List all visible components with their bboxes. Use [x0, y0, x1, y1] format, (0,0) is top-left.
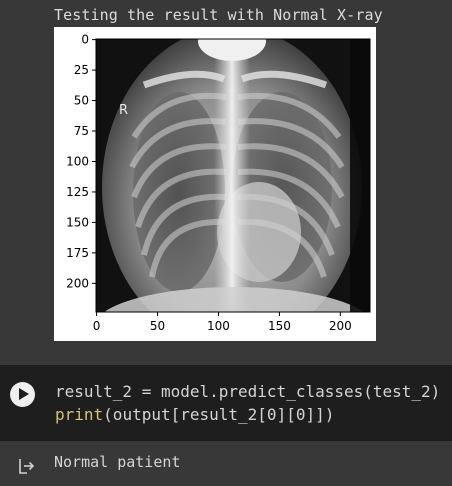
y-tick-label: 150	[66, 215, 89, 229]
code-line-2-rest: (output[result_2[0][0]])	[103, 405, 335, 424]
play-circle-icon[interactable]	[10, 382, 35, 407]
x-tick-label: 200	[329, 319, 352, 333]
cell-output-result: Normal patient	[0, 441, 452, 486]
xray-plot: R 0 25 50 75 100 125 150 175 200 0 50 100 150 200	[66, 33, 371, 333]
x-tick-label: 150	[268, 319, 291, 333]
code-cell[interactable]: result_2 = model.predict_classes(test_2)…	[0, 365, 452, 441]
xray-image: R	[96, 39, 370, 312]
output-text: Normal patient	[54, 453, 181, 471]
code-keyword-print: print	[55, 405, 104, 424]
y-tick-label: 75	[74, 124, 89, 138]
y-tick-label: 100	[66, 154, 89, 168]
cell-output-area: Testing the result with Normal X-ray R 0…	[0, 0, 452, 365]
code-line-2[interactable]: print(output[result_2[0][0]])	[55, 405, 334, 424]
y-tick-label: 175	[66, 246, 89, 260]
y-tick-label: 50	[74, 94, 89, 108]
code-line-1[interactable]: result_2 = model.predict_classes(test_2)	[55, 382, 440, 401]
x-tick-label: 100	[207, 319, 230, 333]
y-tick-label: 200	[66, 276, 89, 290]
xray-marker: R	[119, 103, 128, 118]
x-tick-label: 50	[150, 319, 165, 333]
y-tick-label: 25	[74, 63, 89, 77]
y-tick-label: 0	[81, 33, 89, 47]
output-title: Testing the result with Normal X-ray	[54, 6, 383, 24]
xray-figure: R 0 25 50 75 100 125 150 175 200 0 50 100 150 200	[54, 27, 376, 341]
y-tick-label: 125	[66, 185, 89, 199]
output-arrow-icon	[17, 456, 37, 480]
x-tick-label: 0	[93, 319, 101, 333]
